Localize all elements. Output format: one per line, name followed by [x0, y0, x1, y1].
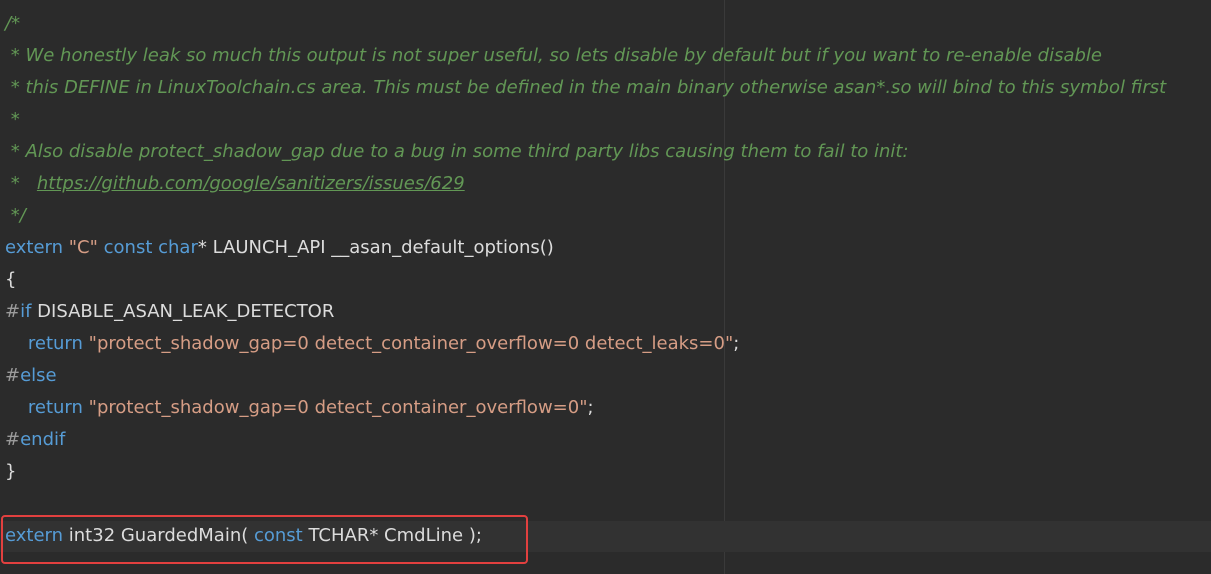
semicolon: ; [587, 397, 594, 418]
code-editor[interactable]: /* * We honestly leak so much this outpu… [0, 0, 1211, 574]
code-line-10[interactable]: #if DISABLE_ASAN_LEAK_DETECTOR [5, 296, 334, 328]
code-line-15[interactable]: } [5, 456, 16, 488]
comment-text: * [5, 109, 20, 130]
preprocessor-hash: # [5, 429, 21, 450]
code-line-1[interactable]: /* [5, 8, 20, 40]
comment-text: * [5, 173, 37, 194]
string-literal: "protect_shadow_gap=0 detect_container_o… [82, 397, 588, 418]
code-line-6[interactable]: * https://github.com/google/sanitizers/i… [5, 168, 465, 200]
keyword-return: return [27, 397, 83, 418]
brace: } [5, 461, 17, 482]
brace: { [5, 269, 17, 290]
string-literal: "protect_shadow_gap=0 detect_container_o… [82, 333, 734, 354]
code-line-7[interactable]: */ [5, 200, 26, 232]
code-line-5[interactable]: * Also disable protect_shadow_gap due to… [5, 136, 909, 168]
code-line-9[interactable]: { [5, 264, 16, 296]
code-line-8[interactable]: extern "C" const char* LAUNCH_API __asan… [5, 232, 554, 264]
comment-text: /* [5, 13, 21, 34]
preprocessor-hash: # [5, 301, 21, 322]
macro-name: DISABLE_ASAN_LEAK_DETECTOR [31, 301, 335, 322]
keyword-const: const [97, 237, 153, 258]
keyword-char: char [152, 237, 198, 258]
code-line-12[interactable]: #else [5, 360, 57, 392]
code-line-11[interactable]: return "protect_shadow_gap=0 detect_cont… [5, 328, 739, 360]
keyword-extern: extern [5, 237, 64, 258]
code-line-2[interactable]: * We honestly leak so much this output i… [5, 40, 1102, 72]
code-line-14[interactable]: #endif [5, 424, 65, 456]
semicolon: ; [733, 333, 740, 354]
preprocessor-else: else [20, 365, 57, 386]
function-declaration: * LAUNCH_API __asan_default_options() [197, 237, 554, 258]
comment-text: * this DEFINE in LinuxToolchain.cs area.… [5, 77, 1167, 98]
code-line-3[interactable]: * this DEFINE in LinuxToolchain.cs area.… [5, 72, 1166, 104]
highlight-annotation-box [1, 515, 528, 564]
code-line-13[interactable]: return "protect_shadow_gap=0 detect_cont… [5, 392, 594, 424]
issue-link[interactable]: https://github.com/google/sanitizers/iss… [37, 173, 465, 194]
code-line-4[interactable]: * [5, 104, 20, 136]
comment-text: */ [5, 205, 26, 226]
comment-text: * Also disable protect_shadow_gap due to… [5, 141, 909, 162]
string-literal: "C" [63, 237, 98, 258]
preprocessor-if: if [20, 301, 32, 322]
keyword-return: return [27, 333, 83, 354]
preprocessor-hash: # [5, 365, 21, 386]
preprocessor-endif: endif [20, 429, 66, 450]
comment-text: * We honestly leak so much this output i… [5, 45, 1102, 66]
